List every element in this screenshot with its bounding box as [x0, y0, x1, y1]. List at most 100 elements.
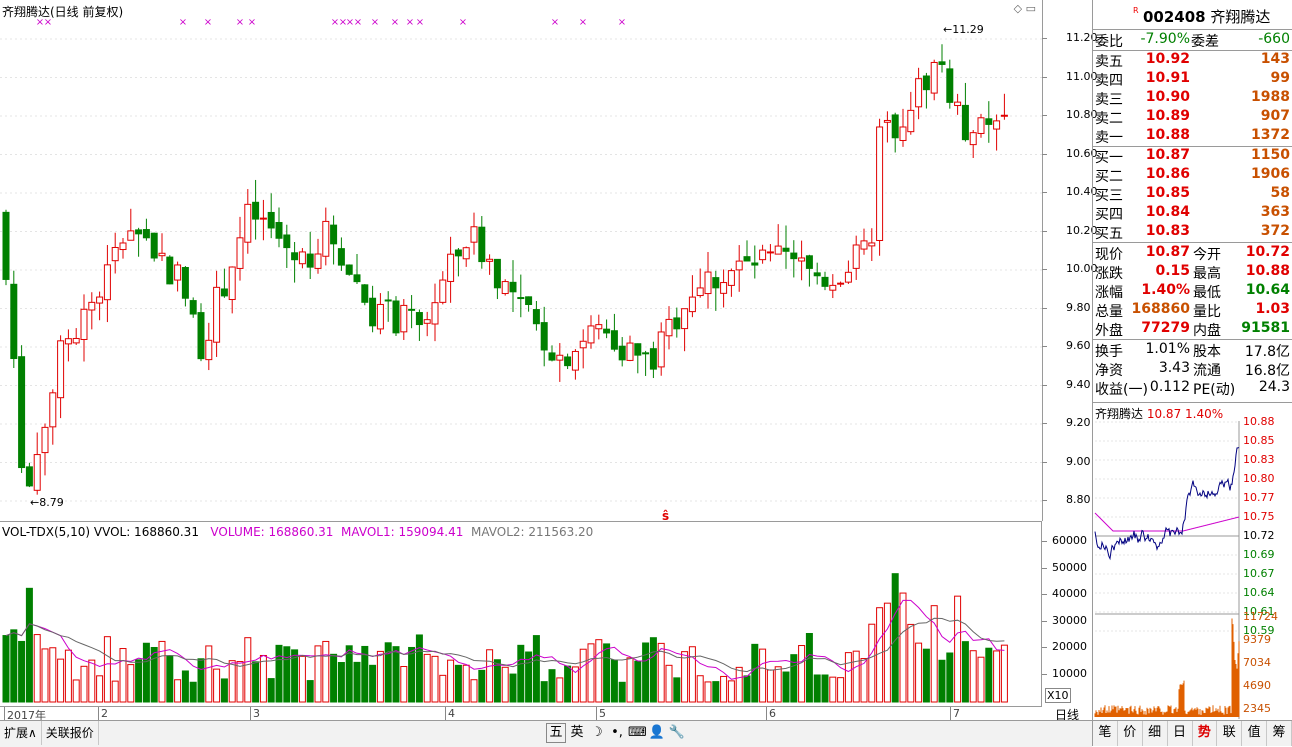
volume-tick-label: 20000 [1052, 640, 1087, 654]
stat-value: 10.64 [1245, 282, 1290, 298]
candle-body [954, 101, 962, 107]
candle-body [376, 303, 384, 330]
stat-value: 10.88 [1245, 263, 1290, 279]
candle-body [868, 242, 876, 247]
volume-bar [142, 642, 150, 703]
fund-label: PE(动) [1193, 382, 1236, 398]
volume-tick-mark [1042, 594, 1047, 596]
tab-5[interactable]: 联 [1217, 721, 1243, 746]
high-marker: ←11.29 [943, 23, 984, 36]
date-tick-label: 6 [766, 707, 776, 720]
candle-body [805, 255, 813, 269]
volume-bar [353, 661, 361, 703]
intraday-price-label: 10.72 [1243, 529, 1275, 542]
keyboard-icon[interactable]: ⌨ [628, 724, 647, 742]
candle-body [571, 350, 579, 371]
tab-0[interactable]: 笔 [1093, 721, 1118, 746]
stat-value: 10.87 [1145, 244, 1190, 260]
candle-body [10, 283, 18, 360]
candle-body [470, 226, 478, 243]
volume-axis: X10 60000 50000 40000 30000 20000 10000 [1042, 521, 1092, 706]
fund-row: 换手 1.01% 股本 17.8亿 [1093, 341, 1292, 360]
stat-label: 涨幅 [1095, 285, 1123, 301]
tab-6[interactable]: 值 [1242, 721, 1268, 746]
sell-label: 卖三 [1095, 92, 1123, 108]
wrench-icon[interactable]: 🔧 [668, 724, 686, 742]
stat-label: 外盘 [1095, 323, 1123, 339]
moon-icon[interactable]: ☽ [588, 724, 606, 742]
candle-body [642, 352, 650, 355]
volume-bar [306, 680, 314, 703]
tab-7[interactable]: 筹 [1267, 721, 1292, 746]
current-day-marker: ŝ [662, 509, 669, 521]
intraday-price-label: 10.77 [1243, 491, 1275, 504]
candle-body [384, 299, 392, 302]
candle-body [595, 324, 603, 330]
volume-bar [174, 679, 182, 703]
volume-bar [1000, 644, 1008, 703]
sell-price: 10.90 [1145, 89, 1190, 105]
english-mode-icon[interactable]: 英 [568, 724, 586, 742]
buy-row: 买三 10.85 58 [1093, 185, 1292, 204]
volume-bar [150, 646, 158, 703]
intraday-chart[interactable]: 齐翔腾达 10.87 1.40% 10.88 10.85 10.83 10.80 10.… [1092, 402, 1292, 720]
kline-chart[interactable]: 齐翔腾达(日线 前复权) ◇ ▭ × × × × × × × × × × × × × × × × × × ←11.2… [0, 0, 1043, 521]
candle-body [844, 271, 852, 283]
candle-body [135, 229, 143, 235]
volume-bar [938, 659, 946, 703]
buy-row: 买五 10.83 372 [1093, 223, 1292, 242]
expand-button[interactable]: 扩展∧ [0, 721, 42, 745]
tab-2[interactable]: 细 [1143, 721, 1168, 746]
buy-price: 10.83 [1145, 223, 1190, 239]
candle-body [64, 338, 72, 345]
date-tick-label: 7 [950, 707, 960, 720]
signal-marker: × [179, 17, 187, 28]
volume-chart[interactable]: VOL-TDX(5,10) VVOL: 168860.31 VOLUME: 16… [0, 521, 1042, 706]
candle-body [96, 296, 104, 304]
sell-label: 卖四 [1095, 73, 1123, 89]
low-marker: ←8.79 [30, 496, 64, 509]
price-tick-mark [1042, 346, 1047, 347]
volume-tick-label: 40000 [1052, 587, 1087, 601]
price-tick-mark [1042, 38, 1047, 39]
candle-body [181, 267, 189, 299]
stat-row: 涨幅 1.40% 最低 10.64 [1093, 282, 1292, 301]
punctuation-icon[interactable]: •, [608, 724, 626, 742]
tab-3[interactable]: 日 [1168, 721, 1193, 746]
volume-bar [337, 662, 345, 703]
volume-bar [392, 646, 400, 703]
candle-body [532, 309, 540, 325]
volume-bar [704, 681, 712, 703]
volume-bar [634, 660, 642, 703]
tab-4[interactable]: 势 [1193, 721, 1218, 746]
tab-1[interactable]: 价 [1118, 721, 1143, 746]
stat-label: 现价 [1095, 247, 1123, 263]
volume-bar [759, 648, 767, 703]
candle-body [259, 217, 267, 220]
volume-bar [119, 648, 127, 703]
volume-unit: X10 [1045, 688, 1071, 703]
volume-bar [548, 669, 556, 703]
related-quote-button[interactable]: 关联报价 [42, 721, 99, 745]
candle-body [743, 256, 751, 262]
candle-body [891, 114, 899, 139]
signal-marker: × [391, 17, 399, 28]
signal-marker: × [204, 17, 212, 28]
wubi-icon[interactable]: 五 [546, 723, 566, 743]
volume-bar [782, 671, 790, 703]
volume-bar [922, 648, 930, 703]
candle-body [103, 264, 111, 301]
user-icon[interactable]: 👤 [648, 724, 666, 742]
volume-bar [829, 676, 837, 703]
signal-marker: × [459, 17, 467, 28]
volume-bar [197, 658, 205, 703]
quote-panel: R 002408 齐翔腾达 委比 -7.90% 委差 -660 卖五 10.92 143 卖四… [1092, 0, 1292, 420]
period-label[interactable]: 日线 [1042, 706, 1092, 722]
candle-body [657, 331, 665, 368]
candle-body [252, 201, 260, 220]
signal-marker: × [618, 17, 626, 28]
volume-bar [868, 623, 876, 703]
candle-body [431, 302, 439, 325]
candle-body [142, 229, 150, 239]
volume-bar [665, 664, 673, 703]
